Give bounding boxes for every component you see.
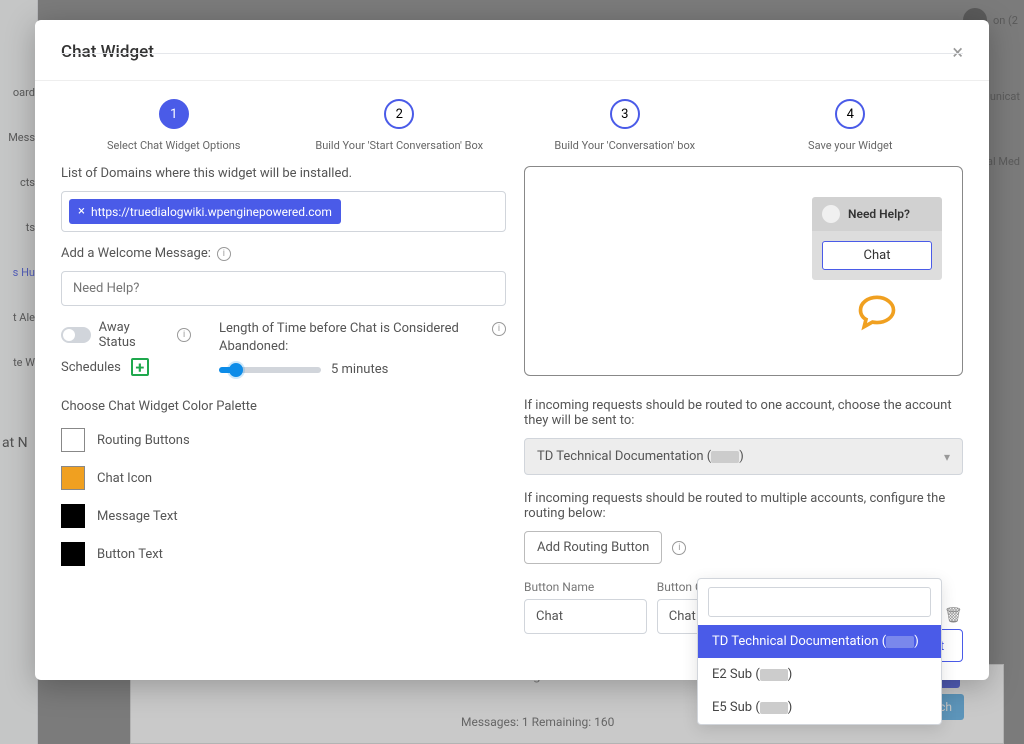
step-4[interactable]: 4 Save your Widget [738,99,964,152]
chevron-down-icon: ▾ [944,450,950,464]
info-icon[interactable]: i [217,247,231,261]
domains-label: List of Domains where this widget will b… [61,166,506,181]
col-header: Button Name [524,580,647,594]
step-label: Build Your 'Start Conversation' Box [315,139,483,152]
modal-header: Chat Widget × [35,20,989,81]
avatar-icon [822,205,840,223]
dropdown-option[interactable]: TD Technical Documentation () [698,625,941,658]
palette-label: Routing Buttons [97,433,190,448]
step-circle: 2 [384,99,414,129]
color-swatch[interactable] [61,504,85,528]
chip-remove-icon[interactable]: × [78,204,85,219]
step-1[interactable]: 1 Select Chat Widget Options [61,99,287,152]
schedules-row: Schedules + [61,358,191,376]
close-icon[interactable]: × [952,40,963,64]
left-column: List of Domains where this widget will b… [61,166,506,634]
domains-input[interactable]: × https://truedialogwiki.wpenginepowered… [61,191,506,232]
abandon-label: Length of Time before Chat is Considered… [219,320,486,356]
schedules-label: Schedules [61,360,121,375]
add-routing-button[interactable]: Add Routing Button [524,531,662,564]
stepper-line [61,53,963,54]
step-circle: 3 [610,99,640,129]
away-row: Away Status i Schedules + Length of Time… [61,320,506,377]
info-icon[interactable]: i [672,541,686,555]
palette-label: Button Text [97,547,163,562]
slider-value: 5 minutes [331,362,388,377]
single-routing-label: If incoming requests should be routed to… [524,398,963,428]
color-swatch[interactable] [61,466,85,490]
step-label: Build Your 'Conversation' box [554,139,695,152]
color-swatch[interactable] [61,542,85,566]
slider-thumb[interactable] [229,363,243,377]
domain-chip[interactable]: × https://truedialogwiki.wpenginepowered… [69,199,341,224]
step-label: Save your Widget [808,139,892,152]
step-circle: 4 [835,99,865,129]
widget-preview: Need Help? Chat [524,166,963,376]
dropdown-option[interactable]: E2 Sub () [698,658,941,691]
step-3[interactable]: 3 Build Your 'Conversation' box [512,99,738,152]
preview-chat-button: Chat [822,241,932,270]
single-routing-select[interactable]: TD Technical Documentation () ▾ [524,438,963,475]
palette-label: Chat Icon [97,471,152,486]
welcome-input[interactable] [61,271,506,306]
welcome-label: Add a Welcome Message: i [61,246,506,261]
preview-header: Need Help? [812,197,942,231]
multi-routing-label: If incoming requests should be routed to… [524,491,963,521]
right-column: Need Help? Chat If incoming requests sho… [524,166,963,634]
palette-chat-icon[interactable]: Chat Icon [61,466,506,490]
preview-title: Need Help? [848,207,910,221]
button-name-input[interactable] [524,599,647,634]
away-status-toggle[interactable] [61,327,91,343]
domain-chip-text: https://truedialogwiki.wpenginepowered.c… [91,205,332,219]
palette-routing-buttons[interactable]: Routing Buttons [61,428,506,452]
stepper: 1 Select Chat Widget Options 2 Build You… [35,81,989,152]
select-value: TD Technical Documentation ( [537,449,711,464]
palette-section: Choose Chat Widget Color Palette Routing… [61,399,506,566]
away-status-label: Away Status [99,320,170,350]
step-label: Select Chat Widget Options [107,139,241,152]
step-2[interactable]: 2 Build Your 'Start Conversation' Box [287,99,513,152]
calendar-add-icon[interactable]: + [131,358,149,376]
dropdown-search-input[interactable] [708,587,931,617]
dropdown-option[interactable]: E5 Sub () [698,691,941,724]
modal-title: Chat Widget [61,42,154,62]
button-name-col: Button Name [524,580,647,634]
color-swatch[interactable] [61,428,85,452]
palette-message-text[interactable]: Message Text [61,504,506,528]
preview-body: Chat [812,231,942,280]
palette-label: Message Text [97,509,178,524]
slider-track[interactable] [219,367,321,373]
info-icon[interactable]: i [177,328,191,342]
info-icon[interactable]: i [492,322,506,336]
destination-dropdown-panel[interactable]: TD Technical Documentation () E2 Sub () … [697,578,942,725]
blurred-text [711,451,739,463]
step-circle: 1 [159,99,189,129]
chat-bubble-icon [855,290,899,334]
palette-button-text[interactable]: Button Text [61,542,506,566]
palette-heading: Choose Chat Widget Color Palette [61,399,506,414]
abandon-slider[interactable]: 5 minutes [219,362,506,377]
modal-body: List of Domains where this widget will b… [35,152,989,648]
